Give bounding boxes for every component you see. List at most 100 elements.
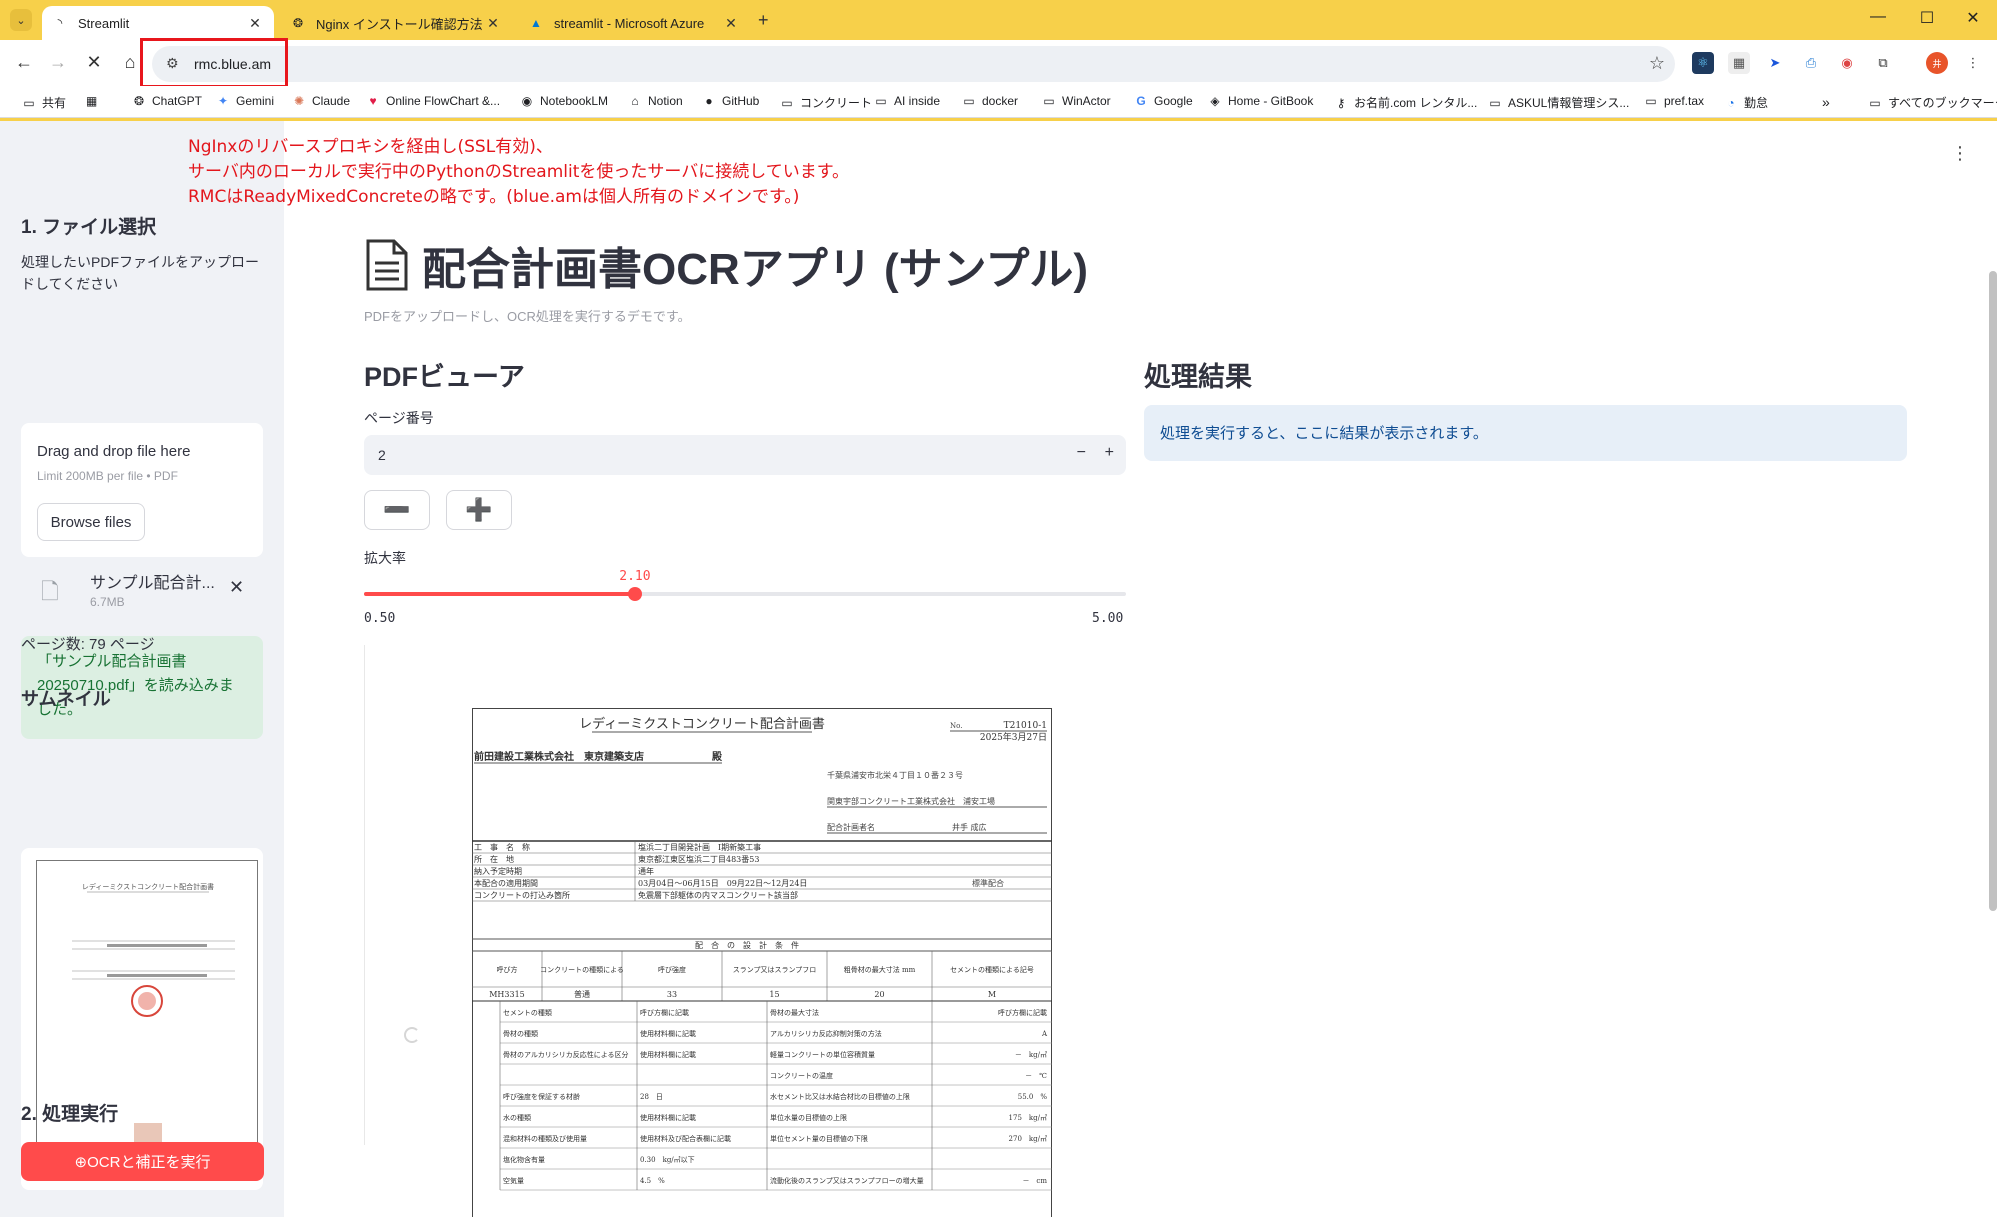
bookmark-item[interactable]: ▭ WinActor (1042, 94, 1110, 108)
profile-avatar[interactable]: 井 (1926, 52, 1948, 74)
bookmark-item[interactable]: ◔ 勤怠 (1724, 94, 1768, 111)
doc-cond-value: 普通 (574, 989, 590, 999)
thumbnail-container: レディーミクストコンクリート配合計画書 (21, 848, 263, 1190)
remove-file-icon[interactable]: ✕ (229, 577, 244, 598)
bookmark-star-icon[interactable]: ☆ (1649, 53, 1665, 74)
doc-spec-cell: A (1041, 1030, 1048, 1038)
doc-cond-header: コンクリートの種類による (540, 965, 624, 974)
folder-icon: ▭ (1043, 94, 1055, 108)
close-tab-icon[interactable]: ✕ (722, 15, 740, 32)
flowchart-icon: ♥ (369, 94, 377, 108)
doc-cond-header: 呼び強度 (658, 965, 686, 974)
doc-cond-value: 15 (769, 990, 779, 999)
grid-extension-icon[interactable]: ▦ (1728, 52, 1750, 74)
bookmark-item[interactable]: ▭ AI inside (874, 94, 940, 108)
doc-spec-cell: 呼び強度を保証する材齢 (503, 1092, 580, 1101)
bookmark-item[interactable]: ❂ ChatGPT (132, 94, 202, 108)
doc-spec-cell: 呼び方欄に記載 (640, 1008, 689, 1017)
file-dropzone[interactable]: Drag and drop file here Limit 200MB per … (21, 423, 263, 557)
prev-page-button[interactable]: ➖ (364, 490, 430, 530)
site-info-icon[interactable]: ⚙ (166, 55, 179, 72)
close-tab-icon[interactable]: ✕ (484, 15, 502, 32)
more-bookmarks-button[interactable]: » (1822, 94, 1830, 110)
zoom-slider[interactable] (364, 587, 1126, 601)
page-number-value[interactable]: 2 (378, 447, 386, 463)
printer-extension-icon[interactable]: ⎙ (1800, 52, 1822, 74)
doc-row-value: 03月04日～06月15日 09月22日～12月24日 (638, 879, 807, 888)
page-number-label: ページ番号 (364, 410, 434, 426)
bookmark-item[interactable]: ⌂ Notion (628, 94, 682, 108)
page-number-input[interactable]: 2 − + (364, 435, 1126, 475)
bookmark-item[interactable]: ✦ Gemini (216, 94, 274, 108)
new-tab-button[interactable]: + (758, 10, 769, 31)
bookmark-label: docker (982, 94, 1019, 108)
back-icon[interactable]: ← (12, 52, 36, 73)
run-ocr-button[interactable]: ⊕OCRと補正を実行 (21, 1142, 264, 1181)
bookmark-item[interactable]: ⚷ お名前.com レンタル... (1334, 94, 1478, 111)
stop-icon[interactable]: ✕ (82, 52, 106, 73)
main-menu-icon[interactable]: ⋮ (1951, 143, 1969, 164)
url-text[interactable]: rmc.blue.am (194, 56, 271, 72)
doc-cond-value: 20 (874, 990, 884, 999)
bookmark-item[interactable]: ◉ NotebookLM (520, 94, 608, 108)
bookmark-item[interactable]: ▭ pref.tax (1644, 94, 1704, 108)
page-caption: PDFをアップロードし、OCR処理を実行するデモです。 (364, 309, 691, 324)
home-icon[interactable]: ⌂ (118, 52, 142, 73)
notion-icon: ⌂ (631, 94, 639, 108)
all-bookmarks-button[interactable]: ▭ すべてのブックマーク (1868, 94, 1997, 111)
chrome-menu-icon[interactable]: ⋮ (1962, 52, 1984, 74)
record-extension-icon[interactable]: ◉ (1836, 52, 1858, 74)
address-bar[interactable]: ⚙ rmc.blue.am ☆ (152, 46, 1675, 82)
react-extension-icon[interactable]: ⚛ (1692, 52, 1714, 74)
close-window-button[interactable]: ✕ (1958, 8, 1988, 28)
annotation-line: サーバ内のローカルで実行中のPythonのStreamlitを使ったサーバに接続… (188, 162, 849, 182)
tab-nginx[interactable]: ❂ Nginx インストール確認方法 ✕ (280, 6, 512, 40)
doc-spec-cell: セメントの種類 (503, 1008, 552, 1017)
bookmark-item[interactable]: ▭ docker (962, 94, 1018, 108)
github-icon: ● (705, 94, 713, 108)
dropzone-title: Drag and drop file here (37, 443, 191, 460)
doc-spec-cell: － kg/㎥ (1015, 1050, 1047, 1059)
bookmark-item[interactable]: ✺ Claude (292, 94, 350, 108)
apps-grid-icon[interactable]: ▦ (86, 94, 97, 108)
tab-strip: ⌄ ◝ Streamlit ✕ ❂ Nginx インストール確認方法 ✕ ▲ s… (0, 0, 1997, 40)
zoom-slider-handle[interactable] (627, 587, 642, 601)
gemini-icon: ✦ (217, 94, 229, 108)
close-tab-icon[interactable]: ✕ (246, 15, 264, 32)
next-page-button[interactable]: ➕ (446, 490, 512, 530)
main-scrollbar[interactable] (1989, 271, 1997, 911)
bookmark-label: ChatGPT (152, 94, 203, 108)
tab-azure[interactable]: ▲ streamlit - Microsoft Azure ✕ (518, 6, 750, 40)
doc-cond-value: MH3315 (489, 990, 525, 999)
annotation-line: RMCはReadyMixedConcreteの略です。(blue.amは個人所有… (188, 187, 800, 207)
browse-files-button[interactable]: Browse files (37, 503, 145, 541)
doc-cond-value: M (988, 990, 996, 999)
bookmark-item[interactable]: ● GitHub (702, 94, 759, 108)
decrement-icon[interactable]: − (1077, 444, 1086, 462)
bookmark-item[interactable]: G Google (1134, 94, 1192, 108)
increment-icon[interactable]: + (1105, 444, 1114, 462)
bookmark-label: AI inside (894, 94, 941, 108)
doc-recipient: 前田建設工業株式会社 東京建築支店 (474, 750, 644, 763)
bookmark-item[interactable]: ▭ コンクリート (780, 94, 872, 111)
bookmark-item[interactable]: ♥ Online FlowChart &... (366, 94, 500, 108)
thumbnail-page-svg: レディーミクストコンクリート配合計画書 (72, 882, 235, 1169)
page-count: ページ数: 79 ページ (21, 636, 155, 653)
power-automate-icon[interactable]: ➤ (1764, 52, 1786, 74)
minimize-button[interactable]: — (1863, 8, 1893, 26)
doc-spec-cell: 水セメント比又は水結合材比の目標値の上限 (770, 1092, 910, 1101)
bookmark-item[interactable]: ▭ 共有 (22, 94, 66, 111)
doc-info-rows: 工 事 名 称 塩浜二丁目開発計画 Ⅰ期新築工事所 在 地 東京都江東区塩浜二丁目4… (472, 841, 1052, 902)
browser-window: ⌄ ◝ Streamlit ✕ ❂ Nginx インストール確認方法 ✕ ▲ s… (0, 0, 1997, 1217)
tab-streamlit[interactable]: ◝ Streamlit ✕ (42, 6, 274, 40)
section1-title: 1. ファイル選択 (21, 217, 157, 238)
forward-icon[interactable]: → (46, 52, 70, 73)
doc-date: 2025年3月27日 (980, 731, 1047, 743)
maximize-button[interactable]: ☐ (1912, 8, 1942, 28)
tab-search-icon[interactable]: ⌄ (10, 9, 32, 31)
extensions-puzzle-icon[interactable]: ⧉ (1872, 52, 1894, 74)
doc-no-label: No. (950, 722, 962, 730)
bookmark-item[interactable]: ◈ Home - GitBook (1208, 94, 1313, 108)
bookmark-item[interactable]: ▭ ASKUL情報管理シス... (1488, 94, 1629, 111)
doc-spec-cell: 流動化後のスランプ又はスランプフローの増大量 (770, 1176, 924, 1185)
